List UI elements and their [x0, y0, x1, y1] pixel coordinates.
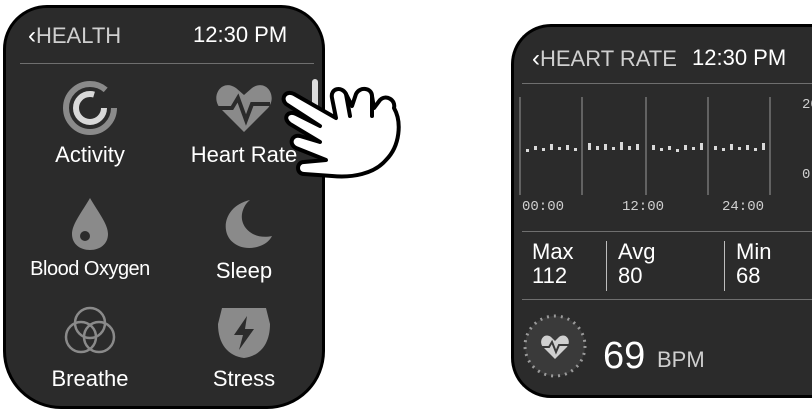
clock: 12:30 PM: [193, 22, 288, 47]
bpm-unit-label: BPM: [657, 347, 705, 372]
chevron-left-icon: ‹: [28, 22, 36, 49]
header-divider: [522, 83, 812, 84]
stats-divider: [522, 299, 812, 300]
lightning-bolt-icon: [218, 308, 270, 358]
heart-rate-screen: ‹HEART RATE 12:30 PM 200 0 00:00 12:00 2…: [511, 24, 812, 398]
screen-title: HEART RATE: [540, 46, 677, 71]
app-label: Blood Oxygen: [30, 258, 150, 280]
back-button[interactable]: ‹HEALTH: [28, 22, 121, 50]
stat-max: Max 112: [532, 241, 574, 287]
app-sleep[interactable]: Sleep: [174, 196, 314, 284]
app-label: Sleep: [215, 258, 273, 283]
heart-rate-icon: [216, 85, 272, 132]
header-divider: [20, 63, 314, 64]
screen-title: HEALTH: [36, 23, 122, 48]
moon-icon: [225, 200, 272, 249]
app-label: Stress: [212, 366, 276, 391]
clock: 12:30 PM: [692, 45, 787, 70]
stat-value: 80: [618, 263, 643, 288]
activity-rings-icon: [63, 81, 117, 135]
stats-divider: [522, 231, 812, 232]
x-tick-label: 12:00: [622, 199, 665, 215]
heart-rate-chart: [519, 97, 771, 195]
stat-min: Min 68: [736, 241, 771, 287]
blood-oxygen-drop-icon: [72, 198, 108, 250]
stat-avg: Avg 80: [618, 241, 656, 287]
app-blood-oxygen[interactable]: Blood Oxygen: [20, 196, 160, 281]
current-bpm-value: 69: [603, 335, 646, 377]
y-tick-label: 200: [802, 97, 812, 113]
stat-value: 112: [532, 263, 568, 288]
x-tick-label: 24:00: [722, 199, 765, 215]
stat-value: 68: [736, 263, 761, 288]
app-label: Activity: [55, 142, 125, 167]
stat-label: Avg: [618, 239, 656, 264]
app-breathe[interactable]: Breathe: [20, 304, 160, 392]
app-stress[interactable]: Stress: [174, 304, 314, 392]
stat-label: Min: [736, 239, 772, 264]
y-tick-label: 0: [802, 167, 811, 183]
heart-pulse-icon: [523, 314, 587, 378]
stat-separator: [724, 241, 725, 291]
pointing-hand-icon: [281, 87, 401, 179]
back-button[interactable]: ‹HEART RATE: [532, 45, 677, 73]
breathe-flower-icon: [64, 306, 116, 354]
x-tick-label: 00:00: [522, 199, 565, 215]
stat-label: Max: [532, 239, 574, 264]
stat-separator: [606, 241, 607, 291]
chevron-left-icon: ‹: [532, 45, 540, 72]
app-label: Breathe: [51, 366, 129, 391]
app-activity[interactable]: Activity: [20, 80, 160, 168]
